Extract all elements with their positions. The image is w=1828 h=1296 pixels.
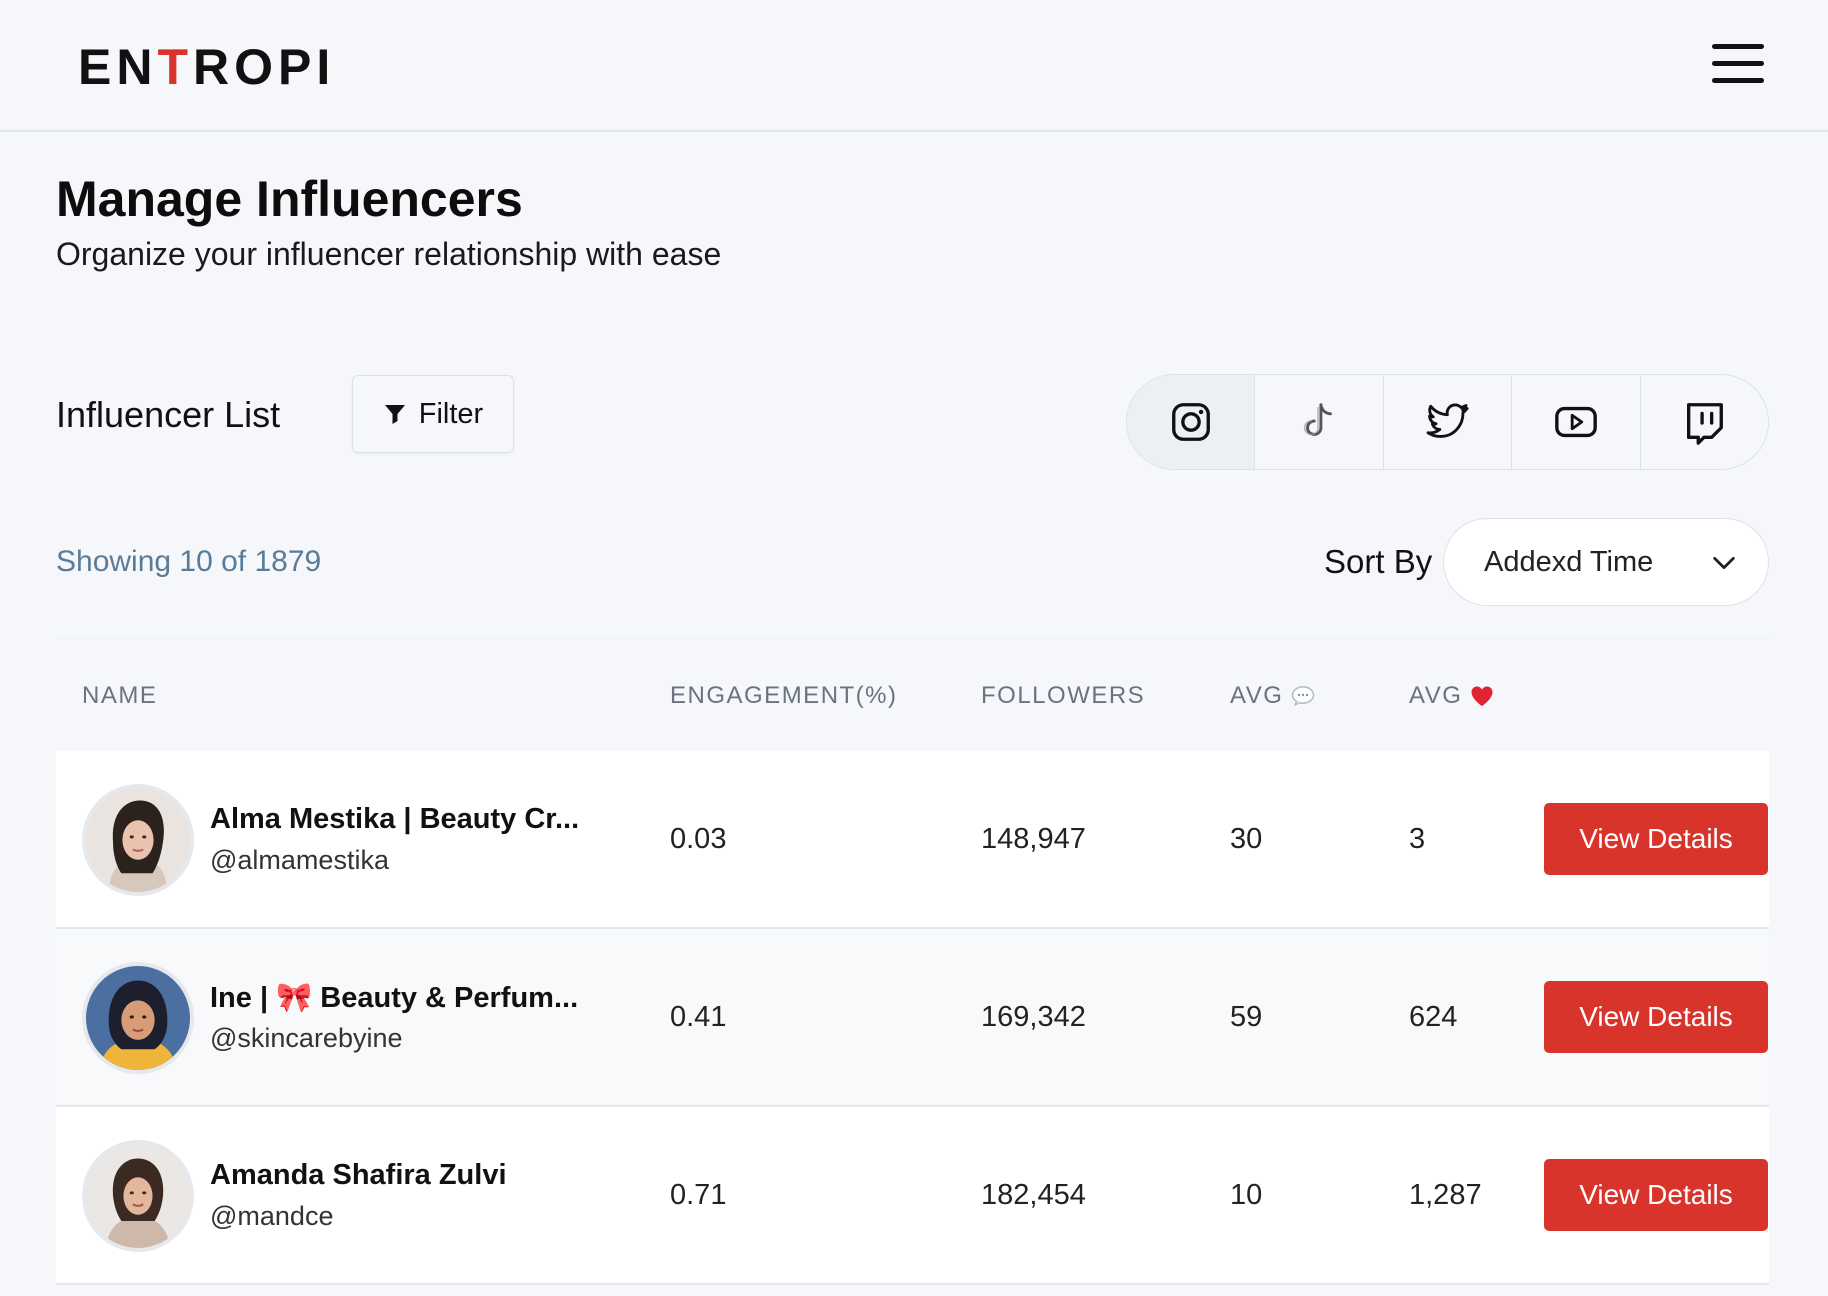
platform-tiktok[interactable]: [1254, 375, 1382, 469]
twitch-icon: [1687, 403, 1724, 445]
view-details-button[interactable]: View Details: [1544, 981, 1768, 1053]
page-title: Manage Influencers: [56, 171, 523, 227]
avg-comments-value: 59: [1230, 1001, 1263, 1033]
followers-value: 182,454: [981, 1179, 1086, 1211]
logo-text-start: EN: [78, 39, 158, 95]
platform-twitter[interactable]: [1382, 375, 1511, 469]
column-engagement-label: ENGAGEMENT(%): [670, 682, 898, 709]
speech-bubble-icon: [1292, 686, 1315, 706]
column-avg-comments[interactable]: AVG: [1230, 682, 1315, 710]
hamburger-menu-icon[interactable]: [1712, 44, 1764, 84]
influencer-name: Amanda Shafira Zulvi: [210, 1159, 507, 1191]
avatar-image: [86, 966, 190, 1070]
twitter-icon: [1426, 403, 1469, 438]
influencer-handle: @skincarebyine: [210, 1023, 403, 1053]
engagement-value: 0.03: [670, 823, 727, 855]
filter-button-label: Filter: [418, 397, 484, 430]
engagement-value: 0.71: [670, 1179, 727, 1211]
platform-twitch[interactable]: [1639, 375, 1768, 469]
column-followers-label: FOLLOWERS: [981, 682, 1146, 709]
column-followers[interactable]: FOLLOWERS: [981, 682, 1145, 710]
platform-switcher: [1126, 374, 1769, 470]
table-row: Amanda Shafira Zulvi @mandce 0.71 182,45…: [56, 1107, 1769, 1285]
influencer-name: Ine | 🎀 Beauty & Perfum...: [210, 982, 579, 1014]
entropi-logo[interactable]: ENTROPI: [78, 38, 335, 96]
view-details-button[interactable]: View Details: [1544, 803, 1768, 875]
table-row: Ine | 🎀 Beauty & Perfum... @skincarebyin…: [56, 929, 1769, 1107]
tiktok-icon: [1303, 403, 1333, 436]
avg-likes-value: 624: [1409, 1001, 1458, 1033]
sort-selected-value: Addexd Time: [1484, 545, 1654, 578]
result-count: Showing 10 of 1879: [56, 545, 322, 578]
avatar[interactable]: [82, 784, 194, 896]
engagement-value: 0.41: [670, 1001, 727, 1033]
influencer-handle: @mandce: [210, 1201, 334, 1231]
avatar[interactable]: [82, 1140, 194, 1252]
platform-instagram[interactable]: [1127, 375, 1255, 469]
view-details-button[interactable]: View Details: [1544, 1159, 1768, 1231]
column-avg-likes-label: AVG: [1409, 682, 1463, 709]
filter-icon: [384, 405, 405, 424]
table-row: Alma Mestika | Beauty Cr... @almamestika…: [56, 751, 1769, 929]
avatar-image: [86, 788, 190, 892]
column-name[interactable]: NAME: [82, 682, 157, 710]
followers-value: 148,947: [981, 823, 1086, 855]
table-header: NAME ENGAGEMENT(%) FOLLOWERS AVG AVG: [56, 639, 1769, 751]
column-avg-comments-label: AVG: [1230, 682, 1284, 709]
chevron-down-icon: [1713, 556, 1735, 570]
followers-value: 169,342: [981, 1001, 1086, 1033]
avatar[interactable]: [82, 962, 194, 1074]
influencer-name: Alma Mestika | Beauty Cr...: [210, 803, 580, 835]
heart-icon: [1471, 686, 1493, 706]
page-subtitle: Organize your influencer relationship wi…: [56, 236, 722, 272]
avg-comments-value: 10: [1230, 1179, 1263, 1211]
sort-label: Sort By: [1324, 543, 1433, 580]
influencer-list-title: Influencer List: [56, 394, 281, 435]
avatar-image: [86, 1144, 190, 1248]
column-name-label: NAME: [82, 682, 158, 709]
avg-likes-value: 1,287: [1409, 1179, 1482, 1211]
influencer-table: NAME ENGAGEMENT(%) FOLLOWERS AVG AVG Alm…: [56, 638, 1769, 1296]
avg-likes-value: 3: [1409, 823, 1426, 855]
logo-text-accent: T: [157, 39, 194, 95]
logo-text-end: ROPI: [193, 39, 336, 95]
instagram-icon: [1171, 403, 1210, 441]
filter-button[interactable]: Filter: [352, 375, 514, 453]
youtube-icon: [1555, 406, 1597, 438]
column-engagement[interactable]: ENGAGEMENT(%): [670, 682, 898, 710]
column-avg-likes[interactable]: AVG: [1409, 682, 1494, 710]
sort-dropdown[interactable]: Addexd Time: [1443, 518, 1769, 606]
top-bar: ENTROPI: [0, 0, 1828, 132]
influencer-handle: @almamestika: [210, 845, 389, 875]
platform-youtube[interactable]: [1511, 375, 1639, 469]
avg-comments-value: 30: [1230, 823, 1263, 855]
